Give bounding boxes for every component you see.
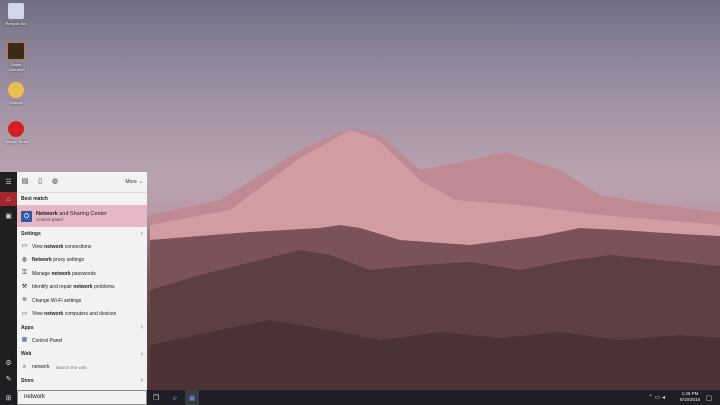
- result-label: View network computers and devices: [32, 311, 117, 318]
- search-results-panel: ▤ ▯ ◍ More ⌄ Best match ⛭ Network and Sh…: [17, 172, 147, 390]
- home-icon: ⌂: [6, 195, 11, 203]
- edge-taskbar-button[interactable]: ℯ: [168, 390, 182, 405]
- desktop-icon-label: Doom Collection: [7, 62, 25, 72]
- word-taskbar-button[interactable]: ▣: [185, 390, 199, 405]
- chevron-right-icon: ›: [140, 324, 143, 331]
- apps-filter-icon[interactable]: ▤: [21, 178, 29, 186]
- settings-result-troubleshoot[interactable]: ⚒ Identify and repair network problems: [17, 281, 147, 295]
- feedback-button[interactable]: ✎: [0, 372, 17, 386]
- more-label: More: [125, 179, 137, 185]
- desktop-icon-recycle-bin[interactable]: Recycle Bin: [2, 3, 30, 26]
- section-header-apps[interactable]: Apps ›: [17, 321, 147, 334]
- result-label: Change Wi-Fi settings: [32, 297, 82, 304]
- settings-result-devices[interactable]: ▭ View network computers and devices: [17, 308, 147, 322]
- chevron-up-icon[interactable]: ⌃: [648, 394, 653, 401]
- settings-result-proxy[interactable]: ◍ Network proxy settings: [17, 254, 147, 268]
- network-sharing-center-icon: ⛭: [21, 210, 32, 222]
- notebook-icon: ▣: [5, 213, 12, 220]
- documents-filter-icon[interactable]: ▯: [36, 178, 44, 186]
- key-icon: ⚿: [22, 270, 27, 277]
- best-match-subtitle: Control panel: [36, 216, 63, 222]
- task-view-button[interactable]: ❐: [150, 390, 162, 405]
- feedback-icon: ✎: [5, 376, 12, 383]
- more-filters-button[interactable]: More ⌄: [125, 179, 143, 185]
- chevron-right-icon: ›: [140, 377, 143, 384]
- web-sub-label: Search the web: [55, 364, 87, 370]
- web-query: network: [32, 364, 50, 371]
- notebook-button[interactable]: ▣: [0, 209, 17, 223]
- chevron-right-icon: ›: [140, 350, 143, 358]
- gear-icon: ⚙: [5, 360, 12, 367]
- app-result-control-panel[interactable]: ▦ Control Panel: [17, 334, 147, 348]
- section-header-web[interactable]: Web ›: [17, 348, 147, 361]
- recycle-bin-icon: [8, 3, 24, 19]
- clock[interactable]: 1:46 PM 9/19/2016: [680, 391, 700, 403]
- web-result[interactable]: ⌕ network Search the web: [17, 361, 147, 375]
- desktop-icon-label: Tomato Timer: [3, 139, 29, 144]
- best-match-header: Best match: [21, 196, 48, 202]
- result-label: Network proxy settings: [32, 257, 84, 264]
- network-tray-icon[interactable]: ▭: [655, 394, 661, 401]
- result-label: View network connections: [32, 243, 92, 250]
- best-match-title: Network and Sharing Center: [36, 211, 107, 217]
- result-label: Identify and repair network problems: [32, 284, 115, 291]
- search-icon: ⌕: [22, 363, 27, 370]
- computer-icon: ▭: [21, 310, 28, 317]
- settings-result-view-connections[interactable]: ▭ View network connections: [17, 240, 147, 254]
- wrench-icon: ⚒: [21, 283, 28, 290]
- web-filter-icon[interactable]: ◍: [51, 178, 59, 186]
- hamburger-menu-button[interactable]: ☰: [0, 175, 17, 189]
- taskbar: ⊞ network ❐ ℯ ▣ ⌃ ▭ ◂ 1:46 PM 9/19/2016 …: [0, 390, 720, 405]
- task-view-icon: ❐: [152, 394, 160, 402]
- section-header-store[interactable]: Store ›: [17, 374, 147, 387]
- edge-icon: ℯ: [172, 394, 178, 402]
- best-match-result[interactable]: ⛭ Network and Sharing Center Control pan…: [17, 205, 147, 227]
- globe-icon: ◍: [21, 256, 28, 263]
- desktop-icon-outlook[interactable]: Outlook: [2, 82, 30, 105]
- volume-icon[interactable]: ◂: [662, 394, 665, 401]
- wifi-icon: ≋: [21, 297, 28, 304]
- search-input[interactable]: network: [17, 390, 147, 405]
- notification-icon: ▢: [705, 394, 713, 402]
- best-match-title-rest: and Sharing Center: [57, 210, 107, 217]
- outlook-icon: [8, 82, 24, 98]
- result-label: Manage network passwords: [32, 270, 96, 277]
- control-panel-icon: ▦: [21, 337, 28, 344]
- section-header-settings[interactable]: Settings ›: [17, 227, 147, 240]
- windows-logo-icon: ⊞: [5, 394, 12, 402]
- best-match-title-highlight: Network: [36, 210, 58, 217]
- desktop-icon-doom[interactable]: Doom Collection: [2, 42, 30, 72]
- section-header-best-match: Best match: [17, 193, 147, 205]
- web-header: Web: [21, 351, 32, 357]
- apps-header: Apps: [21, 324, 34, 331]
- chevron-down-icon: ⌄: [138, 179, 143, 185]
- clock-date: 9/19/2016: [679, 397, 700, 402]
- store-header: Store: [21, 377, 34, 384]
- network-icon: ▭: [21, 243, 28, 250]
- tomato-icon: [8, 121, 24, 137]
- start-button[interactable]: ⊞: [0, 390, 17, 405]
- settings-result-passwords[interactable]: ⚿ Manage network passwords: [17, 267, 147, 281]
- action-center-button[interactable]: ▢: [702, 390, 716, 405]
- system-tray: ⌃ ▭ ◂: [648, 390, 665, 405]
- settings-header: Settings: [21, 230, 41, 237]
- result-label: Control Panel: [32, 337, 63, 344]
- game-shortcut-icon: [7, 42, 25, 60]
- chevron-right-icon: ›: [140, 230, 143, 237]
- desktop-icon-label: Outlook: [9, 100, 23, 105]
- home-button[interactable]: ⌂: [0, 192, 17, 206]
- settings-button[interactable]: ⚙: [0, 356, 17, 370]
- word-icon: ▣: [188, 394, 196, 402]
- settings-result-wifi[interactable]: ≋ Change Wi-Fi settings: [17, 294, 147, 308]
- start-rail: ☰ ⌂ ▣ ⚙ ✎: [0, 172, 17, 390]
- desktop-icon-label: Recycle Bin: [5, 21, 27, 26]
- filter-toolbar: ▤ ▯ ◍ More ⌄: [17, 172, 147, 193]
- desktop-icon-tomato-timer[interactable]: Tomato Timer: [2, 121, 30, 144]
